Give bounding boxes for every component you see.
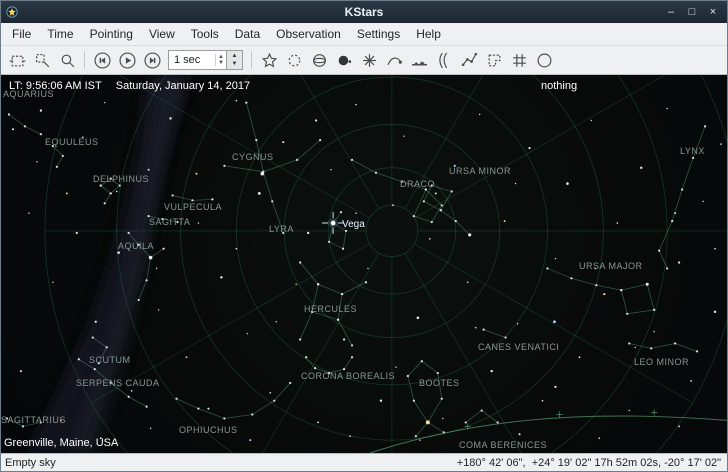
toggle-constellation-boundaries-button[interactable] (482, 48, 506, 72)
find-object-button[interactable] (55, 48, 79, 72)
toggle-stars-button[interactable] (257, 48, 281, 72)
time-step-field[interactable]: 1 sec ▲▼ (168, 50, 227, 70)
menu-bar: FileTimePointingViewToolsDataObservation… (1, 23, 727, 46)
toggle-horizon-button[interactable] (407, 48, 431, 72)
time-step-spinbox[interactable]: 1 sec▲▼▲▼ (168, 50, 243, 70)
constellation-label: DRACO (400, 179, 435, 189)
constellation-label: DELPHINUS (93, 174, 149, 184)
constellation-label: SERPENS CAUDA (76, 378, 160, 388)
toggle-fov-symbol-button[interactable] (532, 48, 556, 72)
local-time-text: LT: 9:56:06 AM IST (9, 80, 102, 92)
kstars-app-icon (6, 6, 18, 18)
sky-map[interactable]: AQUARIUSEQUULEUSDELPHINUSVULPECULASAGITT… (1, 75, 727, 453)
close-button[interactable]: × (707, 7, 719, 18)
zoom-horizontal-button[interactable] (5, 48, 29, 72)
toggle-supernovae-button[interactable] (357, 48, 381, 72)
menu-view[interactable]: View (141, 24, 183, 44)
toggle-milky-way-button[interactable] (432, 48, 456, 72)
step-down-icon[interactable]: ▼ (232, 60, 238, 68)
constellation-label: COMA BERENICES (459, 440, 547, 450)
menu-file[interactable]: File (4, 24, 39, 44)
planets-icon (311, 52, 328, 69)
toggle-equatorial-grid-button[interactable] (507, 48, 531, 72)
time-forward-button[interactable] (140, 48, 164, 72)
minimize-button[interactable]: – (665, 7, 677, 18)
menu-settings[interactable]: Settings (349, 24, 408, 44)
play-icon (119, 52, 136, 69)
menu-observation[interactable]: Observation (268, 24, 349, 44)
time-step-unit-spinner[interactable]: ▲▼ (215, 54, 226, 66)
constellation-label: URSA MINOR (449, 166, 511, 176)
menu-pointing[interactable]: Pointing (82, 24, 141, 44)
menu-time[interactable]: Time (39, 24, 81, 44)
maximize-button[interactable]: □ (686, 7, 698, 18)
stepback-icon (94, 52, 111, 69)
comet-icon (386, 52, 403, 69)
constellation-label: LYRA (269, 224, 294, 234)
supernova-icon (361, 52, 378, 69)
constellation-label: OPHIUCHUS (179, 425, 238, 435)
constellation-label: SCUTUM (89, 355, 131, 365)
eqgrid-icon (511, 52, 528, 69)
time-play-pause-button[interactable] (115, 48, 139, 72)
zoomsel-icon (34, 52, 51, 69)
menu-help[interactable]: Help (408, 24, 449, 44)
toggle-moon-button[interactable] (332, 48, 356, 72)
zoom-to-region-button[interactable] (30, 48, 54, 72)
constellation-label: CORONA BOREALIS (301, 371, 395, 381)
star-icon (261, 52, 278, 69)
constellation-label: SAGITTARIUS (1, 415, 66, 425)
menu-tools[interactable]: Tools (183, 24, 227, 44)
constellation-label: EQUULEUS (45, 137, 99, 147)
status-message: Empty sky (5, 457, 56, 469)
toggle-constellation-lines-button[interactable] (457, 48, 481, 72)
window-title: KStars (1, 5, 727, 19)
constellation-label: URSA MAJOR (579, 261, 643, 271)
constellation-label: VULPECULA (164, 202, 222, 212)
constellation-label: AQUILA (118, 241, 154, 251)
toggle-satellites-button[interactable] (382, 48, 406, 72)
toggle-solar-system-button[interactable] (307, 48, 331, 72)
constellation-label: LYNX (680, 146, 705, 156)
constbounds-icon (486, 52, 503, 69)
constellation-label: BOOTES (419, 378, 460, 388)
toolbar: 1 sec▲▼▲▼ (1, 46, 727, 75)
find-icon (59, 52, 76, 69)
status-coordinates: +180° 42' 06", +24° 19' 02" 17h 52m 02s,… (457, 457, 721, 469)
location-overlay: Greenville, Maine, USA (4, 437, 118, 449)
ground-icon (411, 52, 428, 69)
date-text: Saturday, January 14, 2017 (116, 80, 250, 92)
pan-icon (9, 52, 26, 69)
menu-data[interactable]: Data (227, 24, 268, 44)
title-bar[interactable]: KStars – □ × (1, 1, 727, 23)
focused-star-label: Vega (342, 219, 365, 230)
constellation-label: HERCULES (304, 304, 357, 314)
constellation-label: SAGITTA (149, 217, 190, 227)
kstars-window: KStars – □ × FileTimePointingViewToolsDa… (0, 0, 728, 472)
stepfwd-icon (144, 52, 161, 69)
toolbar-separator (251, 51, 252, 69)
toolbar-separator (84, 51, 85, 69)
time-backward-button[interactable] (90, 48, 114, 72)
constellation-label: CANES VENATICI (478, 342, 559, 352)
status-bar: Empty sky +180° 42' 06", +24° 19' 02" 17… (1, 453, 727, 471)
moon-icon (336, 52, 353, 69)
step-up-icon[interactable]: ▲ (232, 52, 238, 60)
time-step-stepper[interactable]: ▲▼ (227, 50, 243, 70)
time-overlay: LT: 9:56:06 AM IST Saturday, January 14, … (9, 80, 250, 92)
constellation-label: LEO MINOR (634, 357, 689, 367)
toggle-deep-sky-objects-button[interactable] (282, 48, 306, 72)
fov-icon (536, 52, 553, 69)
dso-icon (286, 52, 303, 69)
constlines-icon (461, 52, 478, 69)
focus-object-overlay: nothing (541, 80, 577, 92)
constellation-label: CYGNUS (232, 152, 274, 162)
milkyway-icon (436, 52, 453, 69)
time-step-value: 1 sec (174, 54, 200, 66)
